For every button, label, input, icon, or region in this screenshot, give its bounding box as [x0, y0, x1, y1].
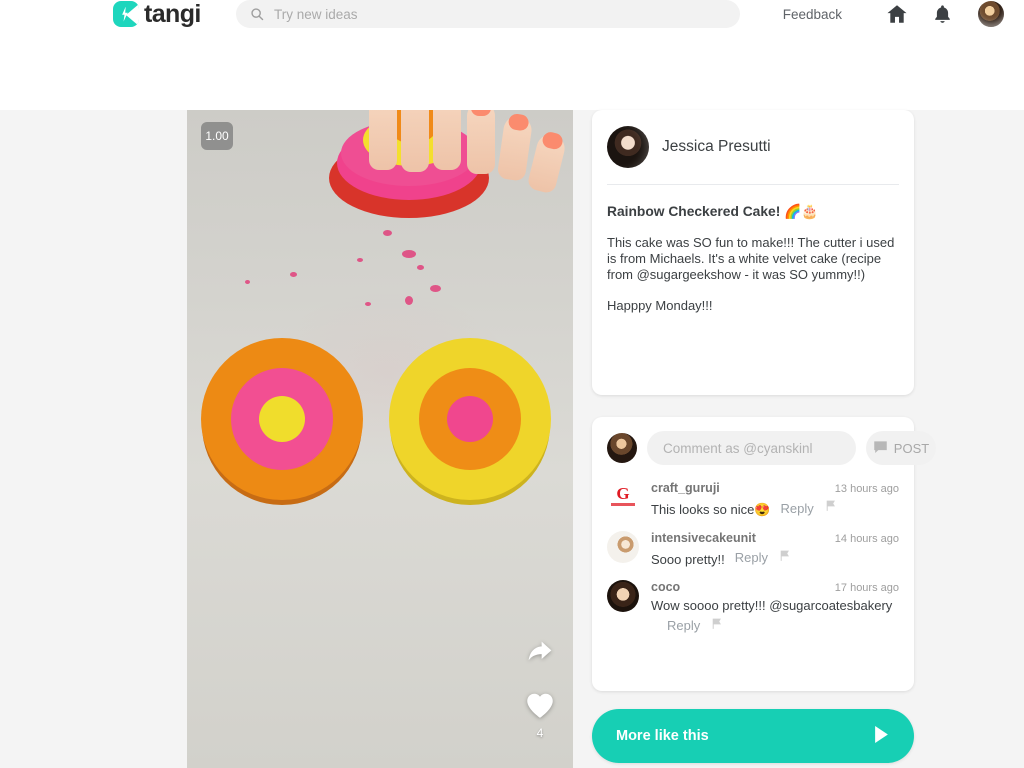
post-description: This cake was SO fun to make!!! The cutt… — [607, 234, 895, 314]
comment-header: craft_guruji 13 hours ago — [651, 481, 899, 495]
cake-right-center-pink — [447, 396, 493, 442]
commenter-avatar[interactable] — [607, 530, 639, 563]
comment-actions-row: Reply — [651, 617, 899, 635]
flag-icon[interactable] — [710, 617, 723, 635]
search-icon — [250, 7, 264, 21]
post-title: Rainbow Checkered Cake! 🌈🎂 — [607, 204, 819, 219]
comment-body: craft_guruji 13 hours ago This looks so … — [651, 481, 899, 519]
feedback-link[interactable]: Feedback — [783, 7, 842, 22]
comment-item: intensivecakeunit 14 hours ago Sooo pret… — [607, 530, 899, 569]
current-user-avatar — [607, 433, 637, 463]
comment-timestamp: 17 hours ago — [834, 582, 899, 595]
finger — [401, 110, 429, 172]
crumb — [290, 272, 297, 277]
header-bar: tangi Feedback — [0, 0, 1024, 28]
comment-item: craft_guruji 13 hours ago This looks so … — [607, 481, 899, 519]
crumb — [245, 280, 250, 284]
finger — [369, 110, 397, 170]
fingernail — [471, 110, 491, 116]
video-frame — [187, 110, 573, 768]
more-like-this-label: More like this — [616, 728, 709, 744]
comment-header: coco 17 hours ago — [651, 580, 899, 594]
comments-card: POST craft_guruji 13 hours ago This look… — [592, 417, 936, 691]
video-player[interactable]: 1.00 4 — [187, 110, 573, 768]
play-arrow-icon — [875, 725, 888, 747]
commenter-avatar[interactable] — [607, 580, 639, 613]
like-count: 4 — [536, 726, 544, 740]
fingernail — [507, 112, 530, 132]
share-button[interactable] — [525, 639, 555, 670]
finger — [526, 130, 568, 195]
header-actions: Feedback — [783, 0, 1004, 28]
heart-icon — [525, 692, 555, 724]
comment-bubble-icon — [873, 440, 888, 457]
video-action-bar: 4 — [525, 639, 555, 740]
bolt-glyph — [122, 6, 128, 22]
notification-bell-icon[interactable] — [932, 3, 954, 25]
fingernail — [540, 130, 565, 151]
hands-image — [347, 110, 573, 220]
divider — [607, 184, 899, 185]
flag-icon[interactable] — [824, 499, 837, 517]
reply-button[interactable]: Reply — [781, 501, 814, 516]
crumb — [402, 250, 416, 258]
home-icon[interactable] — [886, 3, 908, 25]
comment-list: craft_guruji 13 hours ago This looks so … — [607, 481, 899, 635]
right-sidebar: Jessica Presutti Rainbow Checkered Cake!… — [592, 110, 936, 763]
crumb — [383, 230, 392, 236]
post-button-label: POST — [893, 440, 930, 456]
crumb — [357, 258, 363, 262]
logo-wordmark: tangi — [144, 0, 201, 28]
comment-text: Sooo pretty!! — [651, 551, 725, 567]
crumb — [430, 285, 441, 292]
comment-text-row: Sooo pretty!! Reply — [651, 548, 899, 569]
finger — [433, 110, 461, 170]
author-name[interactable]: Jessica Presutti — [662, 138, 771, 156]
flag-icon[interactable] — [778, 549, 791, 567]
commenter-avatar[interactable] — [607, 481, 639, 513]
author-avatar[interactable] — [607, 126, 649, 168]
playback-speed-badge[interactable]: 1.00 — [201, 122, 233, 150]
author-row[interactable]: Jessica Presutti — [607, 126, 899, 168]
comment-body: intensivecakeunit 14 hours ago Sooo pret… — [651, 531, 899, 569]
cake-right — [389, 338, 551, 500]
more-like-this-button[interactable]: More like this — [592, 709, 914, 763]
tangi-play-bolt-icon — [113, 1, 139, 27]
tangi-logo[interactable]: tangi — [113, 1, 201, 27]
comment-text: This looks so nice😍 — [651, 502, 771, 517]
comment-timestamp: 14 hours ago — [834, 532, 899, 545]
post-details-card: Jessica Presutti Rainbow Checkered Cake!… — [592, 110, 914, 395]
share-icon — [525, 639, 555, 670]
post-comment-button[interactable]: POST — [866, 431, 936, 465]
commenter-username[interactable]: intensivecakeunit — [651, 531, 756, 545]
comment-compose-row: POST — [607, 431, 936, 465]
finger — [496, 112, 534, 182]
comment-body: coco 17 hours ago Wow soooo pretty!!! @s… — [651, 580, 899, 635]
search-input[interactable] — [274, 6, 726, 22]
comment-input[interactable] — [647, 431, 856, 465]
reply-button[interactable]: Reply — [667, 618, 700, 633]
crumb — [405, 296, 413, 305]
comment-item: coco 17 hours ago Wow soooo pretty!!! @s… — [607, 580, 899, 635]
reply-button[interactable]: Reply — [735, 550, 768, 565]
crumb — [365, 302, 371, 306]
content-stage: 1.00 4 Jessica Presutti Rainbow Checkere… — [0, 110, 1024, 768]
comment-text: Wow soooo pretty!!! @sugarcoatesbakery — [651, 598, 893, 614]
commenter-username[interactable]: coco — [651, 580, 680, 594]
user-avatar[interactable] — [978, 1, 1004, 27]
comment-header: intensivecakeunit 14 hours ago — [651, 531, 899, 545]
search-bar[interactable] — [236, 0, 740, 28]
cake-left — [201, 338, 363, 500]
crumb — [417, 265, 424, 270]
app-header: tangi Feedback — [0, 0, 1024, 110]
cake-left-center-yellow — [259, 396, 305, 442]
like-button[interactable]: 4 — [525, 692, 555, 740]
finger — [467, 110, 495, 174]
comment-text-row: This looks so nice😍 Reply — [651, 498, 899, 519]
comment-timestamp: 13 hours ago — [834, 483, 899, 495]
commenter-username[interactable]: craft_guruji — [651, 481, 720, 495]
